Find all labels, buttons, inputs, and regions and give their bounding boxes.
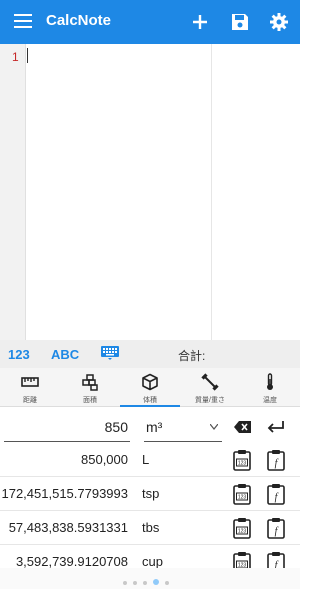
tab-label: 体積 bbox=[143, 397, 157, 404]
result-value: 172,451,515.7793993 bbox=[1, 486, 128, 501]
result-row: 850,000 L 123 f bbox=[0, 443, 300, 477]
enter-icon[interactable] bbox=[266, 419, 286, 435]
tab-label: 面積 bbox=[83, 397, 97, 404]
insert-number-icon[interactable]: 123 bbox=[232, 517, 252, 539]
settings-gear-icon[interactable] bbox=[268, 11, 290, 33]
result-value: 57,483,838.5931331 bbox=[8, 520, 128, 535]
insert-formula-icon[interactable]: f bbox=[266, 517, 286, 539]
add-icon[interactable] bbox=[189, 11, 211, 33]
result-unit: tbs bbox=[142, 520, 160, 535]
numeric-keyboard-button[interactable]: 123 bbox=[8, 347, 30, 362]
insert-formula-icon[interactable]: f bbox=[266, 483, 286, 505]
value-input[interactable]: 850 bbox=[4, 416, 130, 442]
insert-number-icon[interactable]: 123 bbox=[232, 449, 252, 471]
weight-icon bbox=[201, 373, 219, 391]
unit-dropdown[interactable]: m³ bbox=[144, 416, 222, 442]
result-unit: cup bbox=[142, 554, 163, 568]
alpha-keyboard-button[interactable]: ABC bbox=[51, 347, 79, 362]
converter-input-row: 850 m³ bbox=[0, 407, 300, 443]
page-dot bbox=[143, 581, 147, 585]
insert-number-icon[interactable]: 123 bbox=[232, 483, 252, 505]
result-unit: tsp bbox=[142, 486, 160, 501]
menu-icon[interactable] bbox=[14, 14, 32, 28]
backspace-icon[interactable] bbox=[234, 420, 252, 434]
page-indicator bbox=[0, 568, 300, 589]
svg-text:f: f bbox=[275, 492, 279, 503]
thermometer-icon bbox=[267, 373, 273, 390]
insert-number-icon[interactable]: 123 bbox=[232, 551, 252, 568]
page-dot-active bbox=[153, 579, 159, 585]
tab-weight[interactable]: 質量/重さ bbox=[180, 368, 240, 407]
insert-formula-icon[interactable]: f bbox=[266, 449, 286, 471]
note-editor[interactable] bbox=[26, 44, 211, 340]
svg-text:f: f bbox=[275, 560, 279, 568]
area-blocks-icon bbox=[82, 374, 98, 391]
ruler-icon bbox=[21, 377, 39, 387]
unit-dropdown-value: m³ bbox=[146, 419, 163, 435]
keyboard-icon[interactable] bbox=[101, 346, 119, 360]
line-number: 1 bbox=[12, 50, 19, 64]
result-unit: L bbox=[142, 452, 150, 467]
tab-area[interactable]: 面積 bbox=[60, 368, 120, 407]
svg-text:123: 123 bbox=[238, 495, 247, 501]
page-dot bbox=[133, 581, 137, 585]
result-row: 57,483,838.5931331 tbs 123 f bbox=[0, 511, 300, 545]
svg-text:f: f bbox=[275, 526, 279, 537]
text-caret bbox=[27, 48, 28, 63]
svg-text:f: f bbox=[275, 458, 279, 469]
svg-text:123: 123 bbox=[238, 461, 247, 467]
page-dot bbox=[123, 581, 127, 585]
result-value: 3,592,739.9120708 bbox=[15, 554, 128, 568]
result-row: 3,592,739.9120708 cup 123 f bbox=[0, 545, 300, 568]
tab-label: 質量/重さ bbox=[195, 397, 225, 404]
tab-label: 温度 bbox=[263, 397, 277, 404]
cube-icon bbox=[142, 373, 158, 391]
save-icon[interactable] bbox=[229, 11, 251, 33]
insert-formula-icon[interactable]: f bbox=[266, 551, 286, 568]
svg-text:123: 123 bbox=[238, 529, 247, 535]
chevron-down-icon bbox=[210, 424, 218, 430]
tab-volume[interactable]: 体積 bbox=[120, 368, 180, 407]
page-dot bbox=[165, 581, 169, 585]
unit-category-tabs: 距離 面積 体積 質量/重さ 温度 bbox=[0, 368, 300, 407]
result-row: 172,451,515.7793993 tsp 123 f bbox=[0, 477, 300, 511]
line-number-gutter: 1 bbox=[0, 44, 26, 340]
tab-label: 距離 bbox=[23, 397, 37, 404]
result-value: 850,000 bbox=[81, 452, 128, 467]
tab-distance[interactable]: 距離 bbox=[0, 368, 60, 407]
page-dots bbox=[120, 572, 172, 589]
app-bar: CalcNote bbox=[0, 0, 300, 44]
tab-temperature[interactable]: 温度 bbox=[240, 368, 300, 407]
app-title: CalcNote bbox=[46, 12, 112, 29]
input-mode-bar: 123 ABC 合計: bbox=[0, 340, 300, 368]
result-column bbox=[211, 44, 300, 340]
sum-label: 合計: bbox=[178, 349, 206, 363]
